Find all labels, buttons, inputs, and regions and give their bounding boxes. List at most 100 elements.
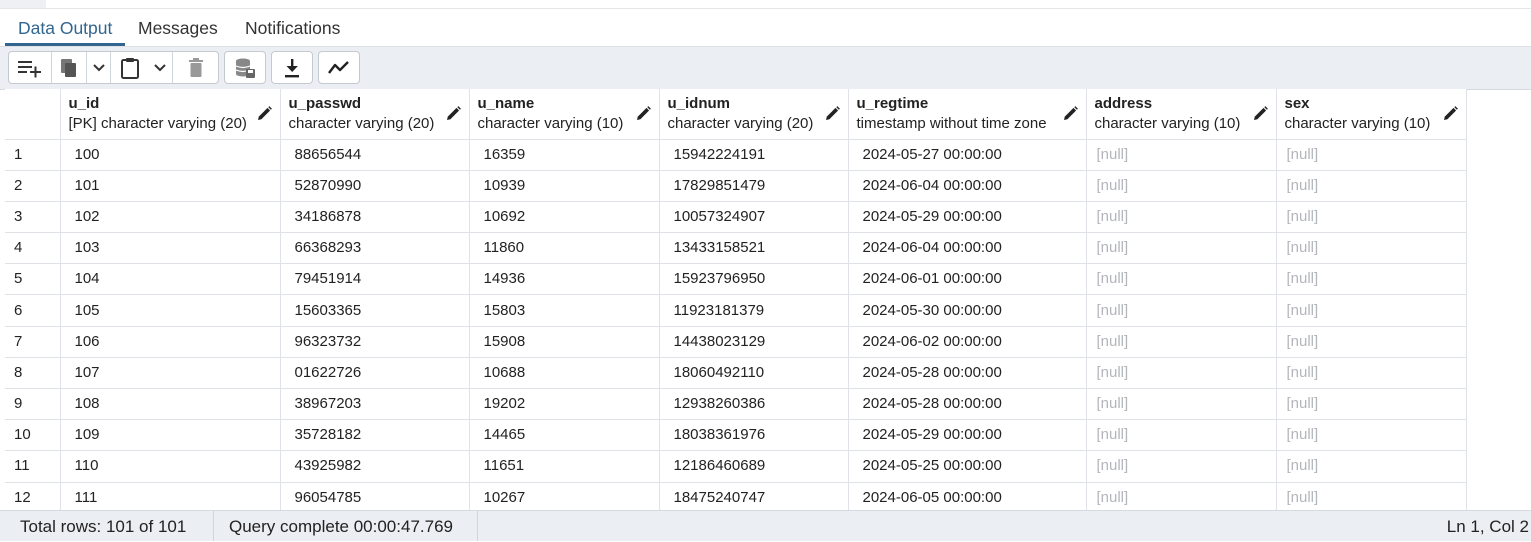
row-number[interactable]: 11 xyxy=(5,450,61,483)
copy-button[interactable] xyxy=(51,52,86,83)
cell-sex[interactable]: [null] xyxy=(1276,232,1467,265)
cell-address[interactable]: [null] xyxy=(1086,482,1277,510)
row-number[interactable]: 8 xyxy=(5,357,61,390)
cell-u-idnum[interactable]: 14438023129 xyxy=(659,326,849,358)
cell-u-passwd[interactable]: 66368293 xyxy=(280,232,470,265)
cell-address[interactable]: [null] xyxy=(1086,139,1277,171)
cell-u-passwd[interactable]: 52870990 xyxy=(280,170,470,202)
cell-u-id[interactable]: 102 xyxy=(60,201,281,234)
cell-u-id[interactable]: 109 xyxy=(60,419,281,452)
row-number[interactable]: 3 xyxy=(5,201,61,234)
cell-u-regtime[interactable]: 2024-05-28 00:00:00 xyxy=(848,388,1087,421)
cell-u-name[interactable]: 15908 xyxy=(469,326,660,358)
pencil-icon[interactable] xyxy=(257,106,272,121)
cell-u-id[interactable]: 107 xyxy=(60,357,281,390)
cell-u-regtime[interactable]: 2024-06-05 00:00:00 xyxy=(848,482,1087,510)
cell-address[interactable]: [null] xyxy=(1086,170,1277,202)
cell-u-regtime[interactable]: 2024-06-04 00:00:00 xyxy=(848,170,1087,202)
cell-address[interactable]: [null] xyxy=(1086,450,1277,483)
cell-u-regtime[interactable]: 2024-05-29 00:00:00 xyxy=(848,419,1087,452)
tab-messages[interactable]: Messages xyxy=(138,9,218,46)
cell-u-passwd[interactable]: 01622726 xyxy=(280,357,470,390)
cell-u-passwd[interactable]: 96323732 xyxy=(280,326,470,358)
row-number[interactable]: 7 xyxy=(5,326,61,358)
cell-sex[interactable]: [null] xyxy=(1276,201,1467,234)
cell-sex[interactable]: [null] xyxy=(1276,263,1467,296)
cell-u-name[interactable]: 10267 xyxy=(469,482,660,510)
column-header[interactable]: u_passwd character varying (20) xyxy=(280,89,470,140)
cell-u-name[interactable]: 10688 xyxy=(469,357,660,390)
cell-u-idnum[interactable]: 12938260386 xyxy=(659,388,849,421)
cell-address[interactable]: [null] xyxy=(1086,294,1277,327)
pencil-icon[interactable] xyxy=(1253,106,1268,121)
cell-sex[interactable]: [null] xyxy=(1276,450,1467,483)
cell-address[interactable]: [null] xyxy=(1086,388,1277,421)
row-number[interactable]: 1 xyxy=(5,139,61,171)
cell-sex[interactable]: [null] xyxy=(1276,326,1467,358)
cell-sex[interactable]: [null] xyxy=(1276,170,1467,202)
cell-u-name[interactable]: 14936 xyxy=(469,263,660,296)
cell-u-regtime[interactable]: 2024-05-28 00:00:00 xyxy=(848,357,1087,390)
cell-u-id[interactable]: 101 xyxy=(60,170,281,202)
row-number[interactable]: 6 xyxy=(5,294,61,327)
cell-u-passwd[interactable]: 35728182 xyxy=(280,419,470,452)
cell-u-regtime[interactable]: 2024-05-30 00:00:00 xyxy=(848,294,1087,327)
cell-u-passwd[interactable]: 15603365 xyxy=(280,294,470,327)
cell-address[interactable]: [null] xyxy=(1086,201,1277,234)
table-row[interactable]: 5 104 79451914 14936 15923796950 2024-06-01 0… xyxy=(5,263,1467,296)
cell-u-idnum[interactable]: 11923181379 xyxy=(659,294,849,327)
cell-u-idnum[interactable]: 13433158521 xyxy=(659,232,849,265)
table-row[interactable]: 3 102 34186878 10692 10057324907 2024-05-29 0… xyxy=(5,201,1467,234)
cell-sex[interactable]: [null] xyxy=(1276,357,1467,390)
cell-u-idnum[interactable]: 18038361976 xyxy=(659,419,849,452)
row-number[interactable]: 10 xyxy=(5,419,61,452)
cell-sex[interactable]: [null] xyxy=(1276,294,1467,327)
paste-options-dropdown[interactable] xyxy=(148,52,172,83)
cell-u-id[interactable]: 106 xyxy=(60,326,281,358)
cell-u-idnum[interactable]: 18060492110 xyxy=(659,357,849,390)
row-number[interactable]: 12 xyxy=(5,482,61,510)
cell-u-passwd[interactable]: 38967203 xyxy=(280,388,470,421)
cell-u-regtime[interactable]: 2024-05-25 00:00:00 xyxy=(848,450,1087,483)
cell-u-name[interactable]: 15803 xyxy=(469,294,660,327)
table-row[interactable]: 2 101 52870990 10939 17829851479 2024-06-04 0… xyxy=(5,170,1467,202)
cell-u-regtime[interactable]: 2024-06-02 00:00:00 xyxy=(848,326,1087,358)
row-number[interactable]: 2 xyxy=(5,170,61,202)
cell-u-name[interactable]: 11860 xyxy=(469,232,660,265)
cell-u-name[interactable]: 10939 xyxy=(469,170,660,202)
row-number[interactable]: 9 xyxy=(5,388,61,421)
pencil-icon[interactable] xyxy=(636,106,651,121)
table-row[interactable]: 4 103 66368293 11860 13433158521 2024-06-04 0… xyxy=(5,232,1467,265)
cell-address[interactable]: [null] xyxy=(1086,326,1277,358)
cell-u-name[interactable]: 11651 xyxy=(469,450,660,483)
row-number[interactable]: 5 xyxy=(5,263,61,296)
save-data-button[interactable] xyxy=(225,52,265,83)
tab-data-output[interactable]: Data Output xyxy=(18,9,112,46)
cell-u-name[interactable]: 14465 xyxy=(469,419,660,452)
cell-u-regtime[interactable]: 2024-06-04 00:00:00 xyxy=(848,232,1087,265)
delete-button[interactable] xyxy=(172,52,218,83)
cell-u-regtime[interactable]: 2024-05-27 00:00:00 xyxy=(848,139,1087,171)
cell-sex[interactable]: [null] xyxy=(1276,139,1467,171)
cell-address[interactable]: [null] xyxy=(1086,357,1277,390)
cell-u-idnum[interactable]: 15942224191 xyxy=(659,139,849,171)
cell-u-name[interactable]: 16359 xyxy=(469,139,660,171)
column-header[interactable]: u_idnum character varying (20) xyxy=(659,89,849,140)
column-header[interactable]: sex character varying (10) xyxy=(1276,89,1467,140)
cell-u-passwd[interactable]: 43925982 xyxy=(280,450,470,483)
table-row[interactable]: 8 107 01622726 10688 18060492110 2024-05-28 0… xyxy=(5,357,1467,390)
cell-sex[interactable]: [null] xyxy=(1276,388,1467,421)
cell-sex[interactable]: [null] xyxy=(1276,419,1467,452)
graph-visualiser-button[interactable] xyxy=(319,52,359,83)
cell-u-passwd[interactable]: 34186878 xyxy=(280,201,470,234)
cell-u-idnum[interactable]: 18475240747 xyxy=(659,482,849,510)
download-button[interactable] xyxy=(272,52,312,83)
table-row[interactable]: 11 110 43925982 11651 12186460689 2024-05-25 … xyxy=(5,450,1467,483)
cell-u-id[interactable]: 105 xyxy=(60,294,281,327)
cell-address[interactable]: [null] xyxy=(1086,232,1277,265)
cell-u-idnum[interactable]: 10057324907 xyxy=(659,201,849,234)
column-header[interactable]: u_id [PK] character varying (20) xyxy=(60,89,281,140)
cell-u-id[interactable]: 103 xyxy=(60,232,281,265)
cell-address[interactable]: [null] xyxy=(1086,263,1277,296)
pencil-icon[interactable] xyxy=(1443,106,1458,121)
